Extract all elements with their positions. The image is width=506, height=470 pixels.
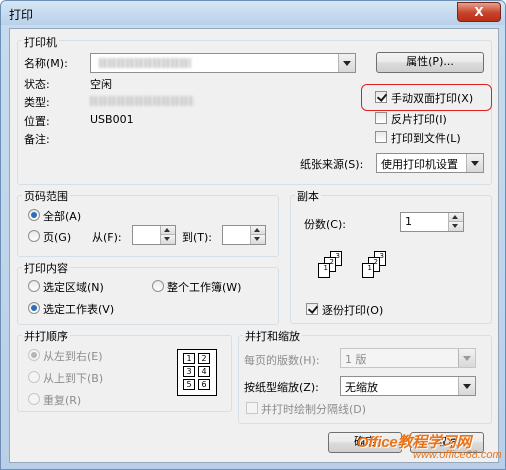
print-order-preview: 1 2 3 4 5 6 — [177, 349, 217, 396]
printer-properties-button[interactable]: 属性(P)... — [376, 52, 484, 73]
collate-stack-icon: 3 2 1 — [358, 251, 398, 291]
order-repeat-label[interactable]: 重复(R) — [43, 392, 81, 408]
pages-per-sheet-select[interactable]: 1 版 — [340, 348, 476, 368]
print-entire-workbook-radio[interactable] — [152, 280, 164, 292]
order-left-to-right-label[interactable]: 从左到右(E) — [43, 348, 103, 364]
title-bar[interactable]: 打印 X — [1, 1, 505, 25]
draw-borders-label[interactable]: 并打时绘制分隔线(D) — [261, 401, 366, 417]
type-value-blurred — [90, 96, 194, 106]
reverse-print-checkbox[interactable] — [375, 112, 387, 124]
order-left-to-right-radio[interactable] — [28, 349, 40, 361]
pages-per-sheet-value: 1 版 — [345, 353, 367, 366]
from-page-label: 从(F): — [92, 231, 122, 244]
print-order-group-label: 并打顺序 — [22, 328, 70, 344]
print-selection-label[interactable]: 选定区域(N) — [43, 279, 104, 295]
order-top-to-bottom-radio[interactable] — [28, 371, 40, 383]
location-value: USB001 — [90, 113, 134, 126]
order-repeat-radio[interactable] — [28, 393, 40, 405]
chevron-down-icon[interactable] — [338, 54, 355, 72]
duplex-checkbox[interactable] — [375, 91, 387, 103]
duplex-label[interactable]: 手动双面打印(X) — [391, 90, 473, 106]
page-range-pages-label[interactable]: 页(G) — [43, 229, 71, 245]
print-selection-radio[interactable] — [28, 280, 40, 292]
status-label: 状态: — [24, 78, 50, 91]
spin-down-icon[interactable] — [250, 234, 265, 244]
location-label: 位置: — [24, 115, 50, 128]
scale-to-paper-value: 无缩放 — [345, 381, 378, 394]
copies-count-label: 份数(C): — [304, 218, 346, 231]
dialog-title: 打印 — [9, 8, 34, 22]
dialog-body: 打印机 名称(M): 属性(P)... 状态: 空闲 类型: 位置: USB00… — [9, 28, 499, 463]
print-active-sheets-radio[interactable] — [28, 302, 40, 314]
print-what-group-label: 打印内容 — [22, 260, 70, 276]
printer-name-blurred — [99, 58, 191, 68]
paper-source-select[interactable]: 使用打印机设置 — [376, 153, 484, 173]
comment-label: 备注: — [24, 133, 50, 146]
from-page-spinner[interactable] — [132, 225, 176, 245]
zoom-group-label: 并打和缩放 — [243, 328, 302, 344]
spin-down-icon[interactable] — [160, 234, 175, 244]
page-range-all-label[interactable]: 全部(A) — [43, 208, 81, 224]
paper-source-label: 纸张来源(S): — [300, 158, 364, 171]
page-range-pages-radio[interactable] — [28, 230, 40, 242]
pages-per-sheet-label: 每页的版数(H): — [244, 354, 320, 367]
copies-group-label: 副本 — [295, 188, 321, 204]
page-range-group-label: 页码范围 — [22, 188, 70, 204]
to-page-spinner[interactable] — [222, 225, 266, 245]
chevron-down-icon[interactable] — [466, 154, 483, 172]
reverse-print-label[interactable]: 反片打印(I) — [391, 111, 447, 127]
scale-to-paper-select[interactable]: 无缩放 — [340, 376, 476, 396]
chevron-down-icon[interactable] — [458, 377, 475, 395]
order-top-to-bottom-label[interactable]: 从上到下(B) — [43, 370, 103, 386]
draw-borders-checkbox[interactable] — [246, 402, 258, 414]
paper-source-value: 使用打印机设置 — [381, 158, 458, 171]
spin-down-icon[interactable] — [448, 221, 463, 231]
print-to-file-checkbox[interactable] — [375, 131, 387, 143]
to-page-label: 到(T): — [182, 231, 213, 244]
copies-count-value: 1 — [405, 215, 412, 228]
copies-count-spinner[interactable]: 1 — [400, 212, 464, 232]
print-dialog: 打印 X 打印机 名称(M): 属性(P)... 状态: 空闲 类型: 位置: … — [0, 0, 506, 470]
collate-stack-icon: 3 2 1 — [314, 251, 354, 291]
printer-name-select[interactable] — [90, 53, 356, 73]
print-to-file-label[interactable]: 打印到文件(L) — [391, 130, 461, 146]
status-value: 空闲 — [90, 78, 112, 91]
close-button[interactable]: X — [457, 2, 501, 22]
chevron-down-icon[interactable] — [458, 349, 475, 367]
collate-label[interactable]: 逐份打印(O) — [322, 302, 383, 318]
printer-group-label: 打印机 — [22, 34, 59, 50]
type-label: 类型: — [24, 96, 50, 109]
print-entire-workbook-label[interactable]: 整个工作簿(W) — [167, 279, 241, 295]
watermark-url: www.office68.com — [413, 449, 502, 461]
collate-checkbox[interactable] — [306, 303, 318, 315]
scale-to-paper-label: 按纸型缩放(Z): — [244, 381, 319, 394]
print-active-sheets-label[interactable]: 选定工作表(V) — [43, 301, 114, 317]
printer-name-label: 名称(M): — [24, 57, 68, 70]
page-range-all-radio[interactable] — [28, 209, 40, 221]
